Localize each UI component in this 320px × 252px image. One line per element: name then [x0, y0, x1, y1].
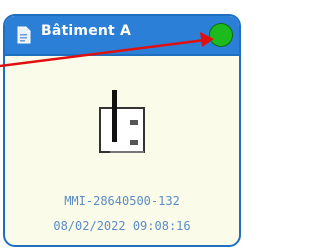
device-timestamp-label: 08/02/2022 09:08:16	[53, 219, 191, 233]
screenshot-stage: Bâtiment A MMI-28640500-132 08/02/2022 0…	[0, 0, 247, 252]
status-online-icon	[209, 23, 233, 47]
document-icon	[17, 26, 31, 44]
sensor-device-icon	[96, 90, 152, 160]
device-id-label: MMI-28640500-132	[64, 194, 180, 208]
card-title: Bâtiment A	[41, 23, 132, 39]
card-header: Bâtiment A	[5, 16, 239, 56]
device-card[interactable]: Bâtiment A MMI-28640500-132 08/02/2022 0…	[3, 14, 241, 247]
